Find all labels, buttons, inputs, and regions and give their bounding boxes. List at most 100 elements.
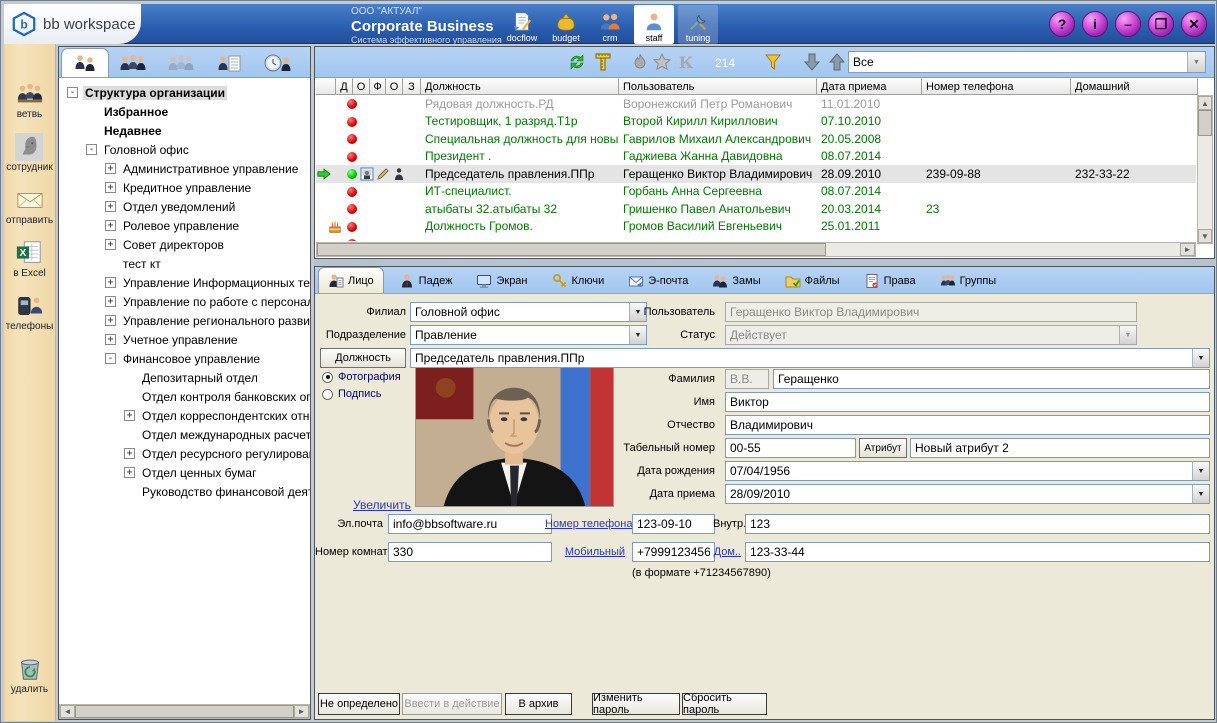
tree-tab-2[interactable] — [109, 48, 157, 77]
column-header-Ф[interactable]: Ф — [370, 78, 386, 95]
phone-link[interactable]: Номер телефона — [545, 518, 625, 530]
tree-item[interactable]: -Структура организации — [59, 83, 310, 102]
phones-button[interactable]: телефоны — [6, 292, 54, 332]
module-docflow[interactable]: docflow — [502, 5, 542, 44]
module-tuning[interactable]: tuning — [678, 5, 718, 44]
tree-item[interactable]: Депозитарный отдел — [59, 368, 310, 387]
expand-icon[interactable]: + — [105, 220, 116, 231]
scrollbar-track[interactable] — [1198, 136, 1212, 229]
tree-horizontal-scrollbar[interactable]: ◄ ► — [59, 704, 310, 719]
internal-field[interactable] — [745, 514, 1210, 534]
tree-item-label[interactable]: Управление регионального развития — [121, 314, 310, 328]
archive-button[interactable]: В архив — [505, 693, 572, 715]
phone-field[interactable] — [632, 514, 715, 534]
division-combo[interactable]: Правление ▼ — [410, 325, 647, 345]
tree-item-label[interactable]: Отдел уведомлений — [121, 200, 237, 214]
tab-Падеж[interactable]: Падеж — [390, 269, 462, 293]
recycle-bin-button[interactable]: удалить — [11, 655, 48, 695]
attribute-button[interactable]: Атрибут — [859, 438, 907, 458]
tree-item[interactable]: + Административное управление — [59, 159, 310, 178]
chevron-down-icon[interactable]: ▼ — [1187, 52, 1205, 72]
collapse-icon[interactable]: - — [105, 353, 116, 364]
tree-item[interactable]: Руководство финансовой деятель — [59, 482, 310, 501]
flame-icon[interactable] — [630, 52, 650, 72]
table-row[interactable]: Президент .Гаджиева Жанна Давидовна08.07… — [316, 148, 1196, 166]
module-crm[interactable]: crm — [590, 5, 630, 44]
ruler-icon[interactable] — [593, 52, 613, 72]
k-letter-icon[interactable]: К — [676, 52, 696, 72]
tab-Лицо[interactable]: Лицо — [318, 267, 384, 293]
tree-item-label[interactable]: Отдел контроля банковских опера — [140, 390, 310, 404]
tree-tab-4[interactable] — [205, 48, 253, 77]
grid-vertical-scrollbar[interactable]: ▲ ▼ — [1197, 95, 1213, 244]
patronymic-field[interactable] — [725, 415, 1210, 435]
tree-item[interactable]: +Отдел корреспондентских отноше — [59, 406, 310, 425]
scroll-right-icon[interactable]: ► — [294, 705, 309, 718]
column-header-Номер телефона[interactable]: Номер телефона — [922, 78, 1071, 95]
tree-item-label[interactable]: Структура организации — [83, 86, 227, 100]
hiredate-combo[interactable]: 28/09/2010 ▼ — [725, 484, 1210, 504]
info-button[interactable]: i — [1082, 11, 1108, 37]
excel-button[interactable]: Xв Excel — [13, 239, 46, 279]
collapse-icon[interactable]: - — [86, 144, 97, 155]
expand-icon[interactable]: + — [105, 163, 116, 174]
expand-icon[interactable]: + — [105, 277, 116, 288]
tree-item[interactable]: Отдел международных расчетов — [59, 425, 310, 444]
table-row[interactable] — [316, 235, 1196, 241]
scrollbar-thumb[interactable] — [75, 705, 294, 718]
column-header-icons[interactable] — [316, 78, 336, 95]
tree-item-label[interactable]: Управление по работе с персоналом — [121, 295, 310, 309]
scrollbar-thumb[interactable] — [1198, 110, 1212, 136]
table-row[interactable]: атыбаты 32.атыбаты 32Гришенко Павел Анат… — [316, 200, 1196, 218]
tree-item-label[interactable]: Депозитарный отдел — [140, 371, 260, 385]
tab-Группы[interactable]: Группы — [931, 269, 1006, 293]
column-header-О[interactable]: О — [353, 78, 370, 95]
expand-icon[interactable]: + — [105, 334, 116, 345]
scrollbar-thumb[interactable] — [317, 243, 826, 256]
tree-item[interactable]: +Учетное управление — [59, 330, 310, 349]
tree-item-label[interactable]: Головной офис — [102, 143, 191, 157]
tree-item[interactable]: + Управление регионального развития — [59, 311, 310, 330]
tree-item[interactable]: +Совет директоров — [59, 235, 310, 254]
signature-radio[interactable]: Подпись — [322, 388, 382, 400]
tree-item[interactable]: + Управление Информационных технол — [59, 273, 310, 292]
tree-item-label[interactable]: Управление Информационных технол — [121, 276, 310, 290]
maximize-button[interactable]: ❒ — [1148, 11, 1174, 37]
tree-item[interactable]: +Отдел ресурсного регулирования — [59, 444, 310, 463]
chevron-down-icon[interactable]: ▼ — [1192, 485, 1209, 503]
tree-tab-3[interactable] — [157, 48, 205, 77]
tree-item-label[interactable]: Административное управление — [121, 162, 300, 176]
personnel-number-field[interactable] — [725, 438, 856, 458]
help-button[interactable]: ? — [1049, 11, 1075, 37]
surname-field[interactable] — [773, 369, 1210, 389]
down-arrow-icon[interactable] — [802, 52, 822, 72]
grid-horizontal-scrollbar[interactable]: ► — [316, 242, 1196, 257]
module-budget[interactable]: budget — [546, 5, 586, 44]
tree-item[interactable]: -Головной офис — [59, 140, 310, 159]
scroll-up-icon[interactable]: ▲ — [1198, 96, 1212, 110]
tree-item-label[interactable]: Ролевое управление — [121, 219, 241, 233]
photo-radio[interactable]: Фотография — [322, 371, 401, 383]
panel-splitter[interactable] — [314, 259, 1215, 266]
column-header-О[interactable]: О — [386, 78, 403, 95]
tab-Э-почта[interactable]: Э-почта — [619, 269, 697, 293]
refresh-icon[interactable] — [567, 52, 587, 72]
people-meeting-button[interactable]: ветвь — [15, 80, 45, 120]
column-header-Домашний[interactable]: Домашний — [1071, 78, 1198, 95]
filter-combo[interactable]: Все ▼ — [848, 51, 1206, 73]
table-row[interactable]: ИТ-специалист.Горбань Анна Сергеевна08.0… — [316, 183, 1196, 201]
chevron-down-icon[interactable]: ▼ — [1192, 349, 1209, 367]
tab-Ключи[interactable]: Ключи — [543, 269, 614, 293]
tree-item-label[interactable]: Совет директоров — [121, 238, 226, 252]
tree-item-label[interactable]: Отдел корреспондентских отноше — [140, 409, 310, 423]
column-header-З[interactable]: З — [403, 78, 421, 95]
column-header-Д[interactable]: Д — [336, 78, 353, 95]
reset-password-button[interactable]: Сбросить пароль — [682, 693, 767, 715]
expand-icon[interactable]: + — [105, 315, 116, 326]
tree-item-label[interactable]: Руководство финансовой деятель — [140, 485, 310, 499]
up-arrow-icon[interactable] — [827, 52, 847, 72]
tree-item-label[interactable]: тест кт — [121, 257, 163, 271]
birthdate-combo[interactable]: 07/04/1956 ▼ — [725, 461, 1210, 481]
expand-icon[interactable]: + — [124, 448, 135, 459]
scroll-right-icon[interactable]: ► — [1180, 243, 1195, 256]
